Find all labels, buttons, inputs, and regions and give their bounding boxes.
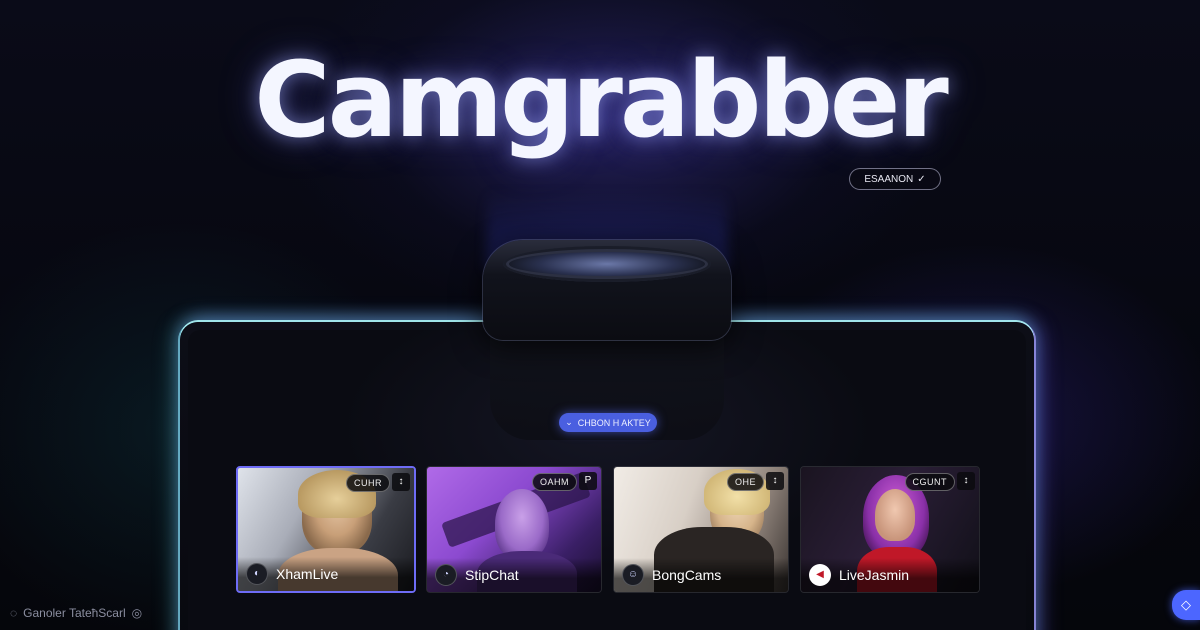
site-card-stipchat[interactable]: OAHM P ◔ StipChat <box>426 466 602 593</box>
site-card-xhamlive[interactable]: CUHR ↕ ◐ XhamLive <box>236 466 416 593</box>
top-pill-button[interactable]: ESAANON ✓ <box>849 168 941 190</box>
card-label-bar: ☺ BongCams <box>614 558 788 592</box>
status-pill-label: CHBON H AKTEY <box>577 417 651 428</box>
hero-stage: Camgrabber ESAANON ✓ ⌄ CHBON H AKTEY CUH… <box>0 0 1200 630</box>
chat-fab-button[interactable]: ◇ <box>1172 590 1200 620</box>
card-label-bar: ◀ LiveJasmin <box>801 558 979 592</box>
expand-icon[interactable]: ↕ <box>957 472 975 490</box>
site-name: StipChat <box>465 567 519 583</box>
avatar-icon: ☺ <box>622 564 644 586</box>
top-pill-label: ESAANON <box>864 173 914 185</box>
status-pill-button[interactable]: ⌄ CHBON H AKTEY <box>559 413 657 432</box>
help-icon[interactable]: ◎ <box>132 606 142 620</box>
site-name: LiveJasmin <box>839 567 910 583</box>
card-badge: OAHM <box>532 473 577 491</box>
card-badge: OHE <box>726 473 764 491</box>
card-badge: CGUNT <box>904 473 955 491</box>
site-card-livejasmin[interactable]: CGUNT ↕ ◀ LiveJasmin <box>800 466 980 593</box>
footer-text: Ganoler TateħScarl <box>23 606 126 620</box>
card-badge: CUHR <box>346 474 390 492</box>
site-logo-icon: ◐ <box>246 563 268 585</box>
site-logo-icon: ◀ <box>809 564 831 586</box>
lens-glass <box>503 246 711 282</box>
site-logo-icon: ◔ <box>435 564 457 586</box>
pin-icon[interactable]: P <box>579 472 597 490</box>
site-cards: CUHR ↕ ◐ XhamLive OAHM P ◔ StipChat OHE … <box>236 466 980 593</box>
brand-title: Camgrabber <box>254 39 949 161</box>
diamond-icon: ◇ <box>1181 597 1191 612</box>
card-label-bar: ◐ XhamLive <box>238 557 414 591</box>
expand-icon[interactable]: ↕ <box>392 473 410 491</box>
card-label-bar: ◔ StipChat <box>427 558 601 592</box>
circle-icon: ◌ <box>10 606 18 620</box>
site-name: BongCams <box>652 567 722 583</box>
expand-icon[interactable]: ↕ <box>766 472 784 490</box>
site-card-bongcams[interactable]: OHE ↕ ☺ BongCams <box>613 466 789 593</box>
site-name: XhamLive <box>276 566 339 582</box>
check-icon: ✓ <box>917 173 926 185</box>
camera-lens-icon <box>483 240 731 340</box>
footer: ◌ Ganoler TateħScarl ◎ <box>10 606 142 620</box>
chevron-down-icon: ⌄ <box>565 417 573 427</box>
